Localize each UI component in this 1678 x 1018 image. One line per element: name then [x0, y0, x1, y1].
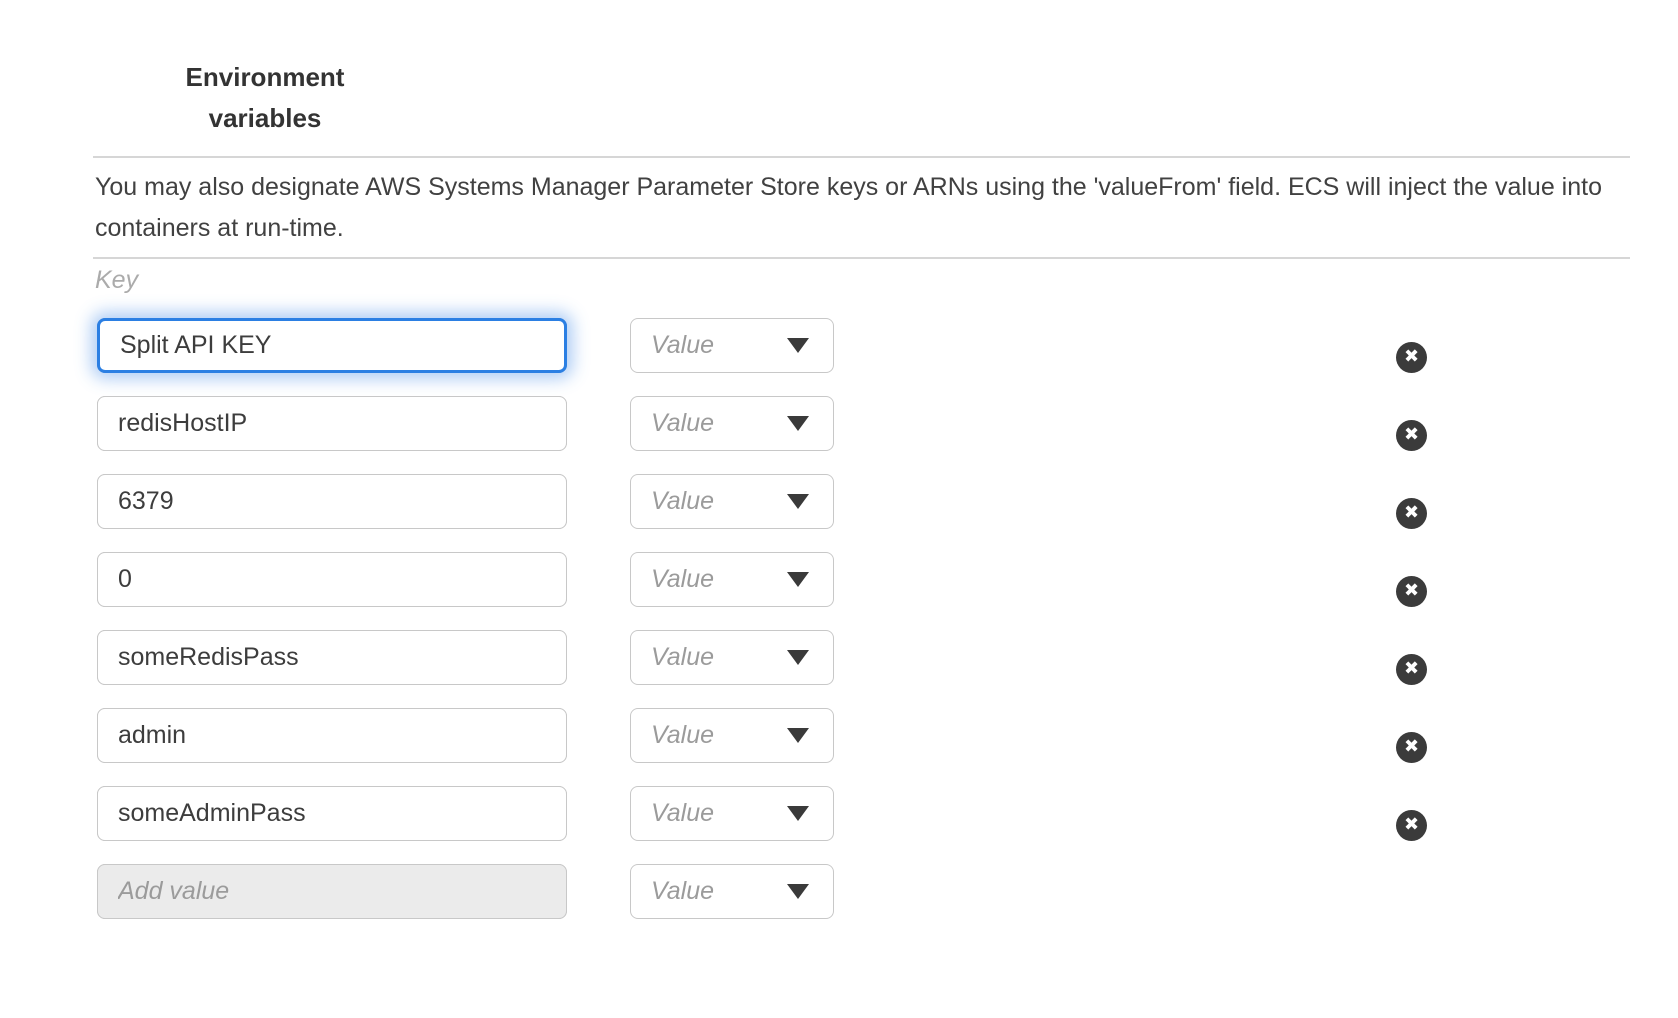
close-icon: ✖ [1404, 738, 1419, 756]
env-type-dropdown[interactable]: Value [630, 864, 834, 919]
env-type-dropdown[interactable]: Value [630, 708, 834, 763]
close-icon: ✖ [1404, 660, 1419, 678]
chevron-down-icon [787, 884, 809, 899]
close-icon: ✖ [1404, 348, 1419, 366]
env-type-selected: Value [651, 409, 714, 438]
env-type-dropdown[interactable]: Value [630, 786, 834, 841]
env-type-dropdown[interactable]: Value [630, 552, 834, 607]
remove-row-button[interactable]: ✖ [1396, 576, 1427, 607]
close-icon: ✖ [1404, 582, 1419, 600]
chevron-down-icon [787, 806, 809, 821]
section-title: Environment variables [150, 57, 380, 139]
env-value-input[interactable] [97, 318, 567, 373]
env-type-selected: Value [651, 643, 714, 672]
env-value-input[interactable] [97, 396, 567, 451]
env-value-input[interactable] [97, 708, 567, 763]
env-type-dropdown[interactable]: Value [630, 396, 834, 451]
close-icon: ✖ [1404, 816, 1419, 834]
env-type-selected: Value [651, 721, 714, 750]
chevron-down-icon [787, 416, 809, 431]
remove-row-button[interactable]: ✖ [1396, 498, 1427, 529]
add-value-input[interactable] [97, 864, 567, 919]
section-description: You may also designate AWS Systems Manag… [95, 167, 1625, 249]
env-var-row: Value ✖ [0, 786, 1678, 841]
chevron-down-icon [787, 494, 809, 509]
env-var-row: Value ✖ [0, 318, 1678, 373]
env-var-row: Value ✖ [0, 552, 1678, 607]
remove-row-button[interactable]: ✖ [1396, 732, 1427, 763]
remove-row-button[interactable]: ✖ [1396, 420, 1427, 451]
env-var-row: Value ✖ [0, 396, 1678, 451]
env-type-selected: Value [651, 799, 714, 828]
chevron-down-icon [787, 572, 809, 587]
env-value-input[interactable] [97, 630, 567, 685]
remove-row-button[interactable]: ✖ [1396, 654, 1427, 685]
chevron-down-icon [787, 728, 809, 743]
env-type-dropdown[interactable]: Value [630, 630, 834, 685]
chevron-down-icon [787, 338, 809, 353]
remove-row-button[interactable]: ✖ [1396, 810, 1427, 841]
env-type-selected: Value [651, 565, 714, 594]
chevron-down-icon [787, 650, 809, 665]
close-icon: ✖ [1404, 426, 1419, 444]
env-type-dropdown[interactable]: Value [630, 318, 834, 373]
remove-row-button[interactable]: ✖ [1396, 342, 1427, 373]
divider-bottom [93, 257, 1630, 259]
env-var-row: Value ✖ [0, 708, 1678, 763]
env-type-selected: Value [651, 877, 714, 906]
env-var-row: Value ✖ [0, 474, 1678, 529]
env-type-selected: Value [651, 331, 714, 360]
env-var-add-row: Value [0, 864, 1678, 919]
env-var-row: Value ✖ [0, 630, 1678, 685]
env-value-input[interactable] [97, 552, 567, 607]
env-type-dropdown[interactable]: Value [630, 474, 834, 529]
environment-variables-section: Environment variables You may also desig… [0, 0, 1678, 1018]
close-icon: ✖ [1404, 504, 1419, 522]
env-value-input[interactable] [97, 474, 567, 529]
env-value-input[interactable] [97, 786, 567, 841]
env-type-selected: Value [651, 487, 714, 516]
divider-top [93, 156, 1630, 158]
key-column-label: Key [95, 266, 138, 295]
